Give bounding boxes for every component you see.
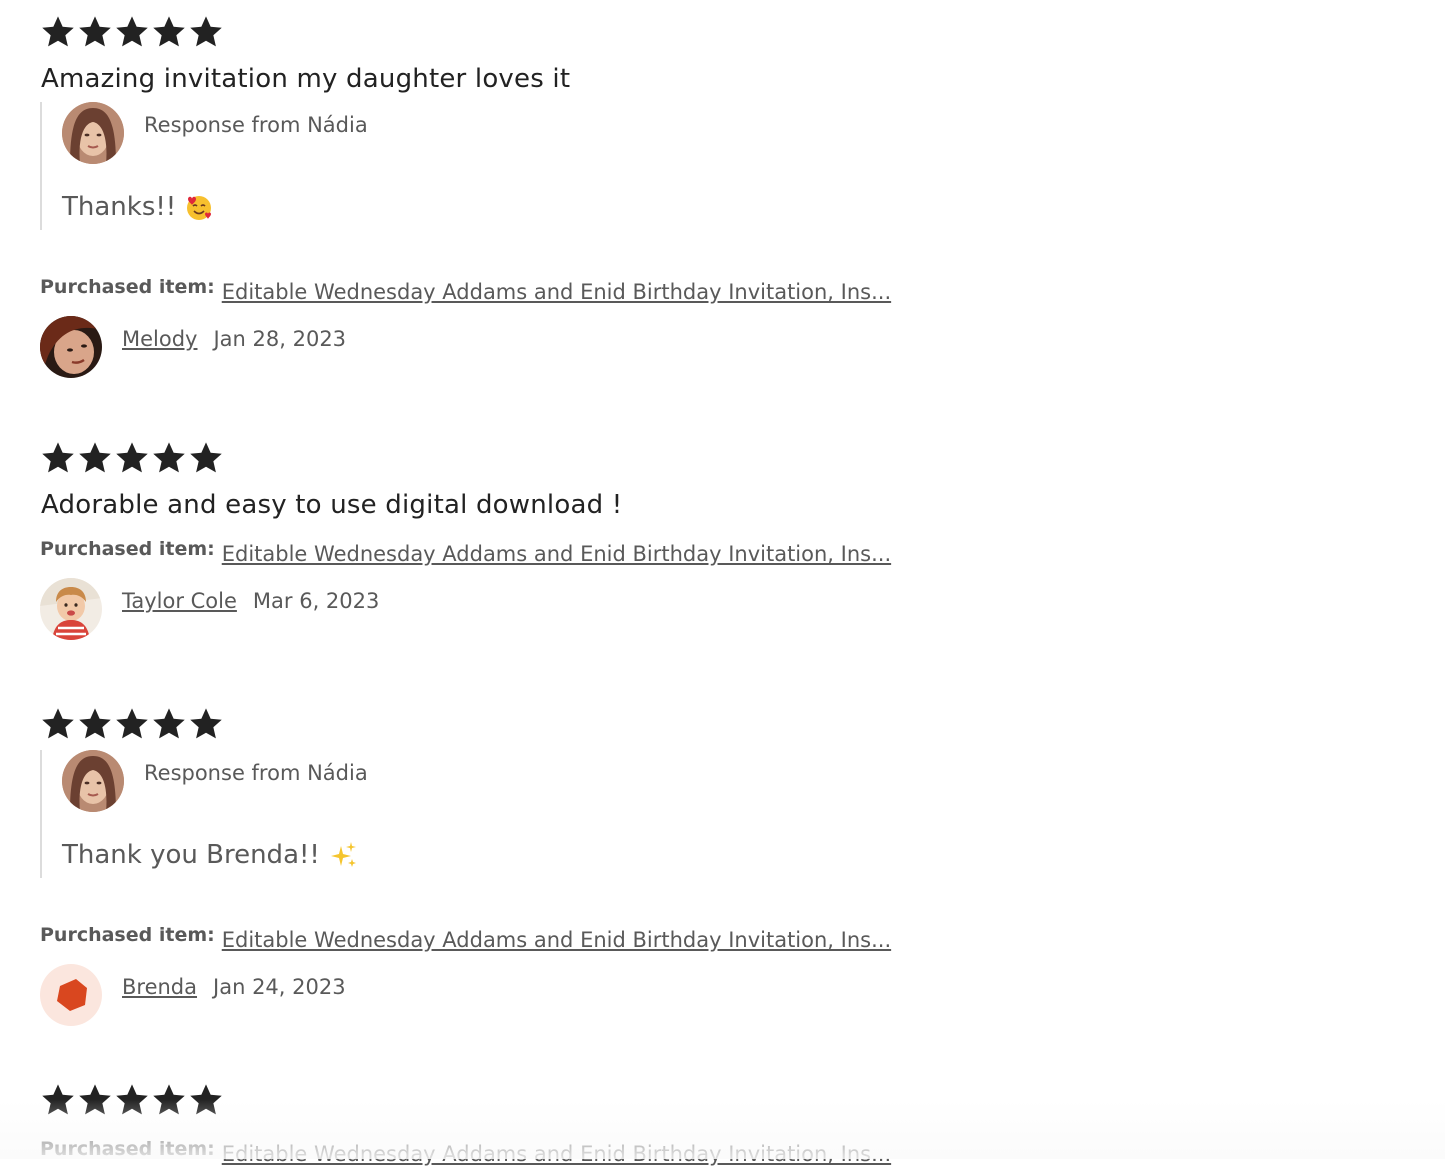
- star-icon: [188, 440, 224, 476]
- star-icon: [40, 706, 76, 742]
- star-icon: [114, 14, 150, 50]
- purchased-item-link[interactable]: Editable Wednesday Addams and Enid Birth…: [222, 928, 891, 952]
- purchased-label: Purchased item:: [40, 276, 215, 298]
- smiling-face-with-hearts-icon: [187, 196, 212, 220]
- response-text-content: Thank you Brenda!!: [62, 840, 320, 870]
- response-label: Response from Nádia: [144, 113, 368, 137]
- response-text-content: Thanks!!: [62, 192, 177, 222]
- star-rating: [40, 14, 940, 50]
- purchased-item: Purchased item: Editable Wednesday Addam…: [40, 1136, 940, 1166]
- reviewer-name-link[interactable]: Brenda: [122, 975, 197, 999]
- star-rating: [40, 440, 940, 476]
- reviewer-info: Brenda Jan 24, 2023: [40, 964, 940, 1026]
- reviewer-name-link[interactable]: Melody: [122, 327, 197, 351]
- star-icon: [188, 1082, 224, 1118]
- purchased-label: Purchased item:: [40, 538, 215, 560]
- review-card: Response from Nádia Thank you Brenda!! P…: [40, 706, 940, 1026]
- purchased-item-link[interactable]: Editable Wednesday Addams and Enid Birth…: [222, 280, 891, 304]
- purchased-label: Purchased item:: [40, 924, 215, 946]
- reviewer-avatar[interactable]: [40, 316, 102, 378]
- seller-avatar: [62, 750, 124, 812]
- review-text: Adorable and easy to use digital downloa…: [41, 490, 623, 520]
- reviewer-info: Taylor Cole Mar 6, 2023: [40, 578, 940, 640]
- purchased-item: Purchased item: Editable Wednesday Addam…: [40, 274, 940, 304]
- purchased-label: Purchased item:: [40, 1138, 215, 1160]
- star-rating: [40, 1082, 940, 1118]
- star-icon: [114, 706, 150, 742]
- response-header: Response from Nádia: [62, 750, 940, 812]
- star-icon: [77, 440, 113, 476]
- star-icon: [151, 706, 187, 742]
- purchased-item: Purchased item: Editable Wednesday Addam…: [40, 536, 940, 566]
- reviewer-info: Melody Jan 28, 2023: [40, 316, 940, 378]
- reviewer-avatar[interactable]: [40, 964, 102, 1026]
- star-icon: [114, 1082, 150, 1118]
- review-date: Jan 24, 2023: [213, 975, 346, 999]
- star-icon: [151, 14, 187, 50]
- response-header: Response from Nádia: [62, 102, 940, 164]
- review-card: Amazing invitation my daughter loves it …: [40, 14, 940, 378]
- star-icon: [188, 706, 224, 742]
- star-icon: [188, 14, 224, 50]
- reviewer-avatar[interactable]: [40, 578, 102, 640]
- response-label: Response from Nádia: [144, 761, 368, 785]
- response-text: Thanks!!: [62, 192, 940, 222]
- review-text: Amazing invitation my daughter loves it: [41, 64, 571, 94]
- sparkles-icon: [330, 842, 356, 867]
- star-icon: [151, 1082, 187, 1118]
- seller-response: Response from Nádia Thank you Brenda!!: [40, 750, 940, 878]
- star-icon: [77, 706, 113, 742]
- star-icon: [40, 1082, 76, 1118]
- star-icon: [114, 440, 150, 476]
- star-icon: [151, 440, 187, 476]
- star-icon: [77, 14, 113, 50]
- star-icon: [40, 14, 76, 50]
- seller-avatar: [62, 102, 124, 164]
- review-card: Purchased item: Editable Wednesday Addam…: [40, 1082, 940, 1166]
- purchased-item-link[interactable]: Editable Wednesday Addams and Enid Birth…: [222, 542, 891, 566]
- review-date: Jan 28, 2023: [213, 327, 347, 351]
- seller-response: Response from Nádia Thanks!!: [40, 102, 940, 230]
- review-date: Mar 6, 2023: [252, 589, 380, 613]
- response-text: Thank you Brenda!!: [62, 840, 940, 870]
- purchased-item: Purchased item: Editable Wednesday Addam…: [40, 922, 940, 952]
- star-rating: [40, 706, 940, 742]
- purchased-item-link[interactable]: Editable Wednesday Addams and Enid Birth…: [222, 1142, 891, 1166]
- reviewer-name-link[interactable]: Taylor Cole: [122, 589, 237, 613]
- review-card: Adorable and easy to use digital downloa…: [40, 440, 940, 640]
- star-icon: [77, 1082, 113, 1118]
- star-icon: [40, 440, 76, 476]
